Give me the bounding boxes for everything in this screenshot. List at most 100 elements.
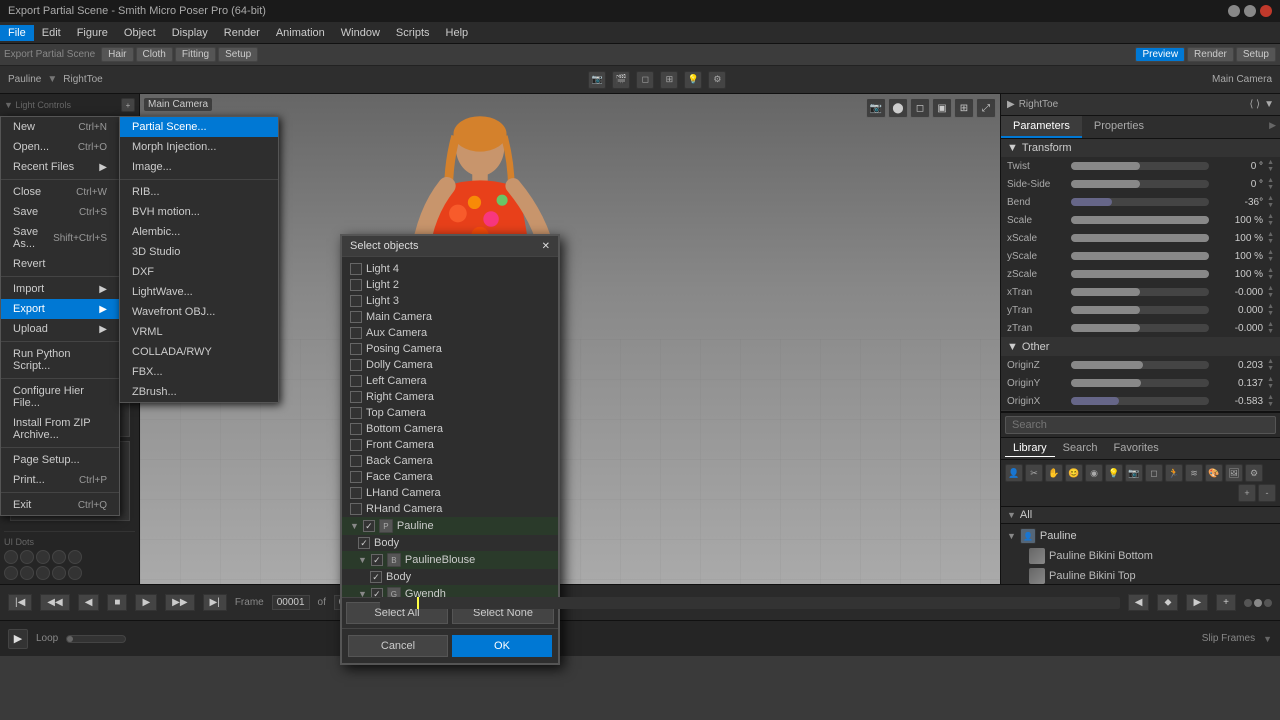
export-vrml[interactable]: VRML [120,322,278,342]
maximize-button[interactable] [1244,5,1256,17]
bend-slider[interactable] [1071,198,1209,206]
dlg-backcamera[interactable]: Back Camera [342,453,558,469]
originx-slider[interactable] [1071,397,1209,405]
lib-icon-scene[interactable]: 🖼 [1225,464,1243,482]
tab-setup[interactable]: Setup [218,47,258,62]
pauline-group-checkbox[interactable]: ✓ [363,520,375,532]
dlg-pauline-group[interactable]: ▼ ✓ P Pauline [342,517,558,535]
export-collada[interactable]: COLLADA/RWY [120,342,278,362]
dlg-paulineblouse-group[interactable]: ▼ ✓ B PaulineBlouse [342,551,558,569]
export-lightwave[interactable]: LightWave... [120,282,278,302]
dlg-maincamera[interactable]: Main Camera [342,309,558,325]
light3-checkbox[interactable] [350,295,362,307]
btn-setup2[interactable]: Setup [1236,47,1276,62]
menu-object[interactable]: Object [116,25,164,41]
lib-icon-remove[interactable]: - [1258,484,1276,502]
menu-exit[interactable]: ExitCtrl+Q [1,495,119,515]
timeline-track[interactable] [380,597,1120,609]
menu-import[interactable]: Import▶ [1,279,119,299]
export-zbrush[interactable]: ZBrush... [120,382,278,402]
menu-display[interactable]: Display [164,25,216,41]
lib-icon-misc[interactable]: ⚙ [1245,464,1263,482]
export-partial-scene[interactable]: Partial Scene... [120,117,278,137]
maincamera-checkbox[interactable] [350,311,362,323]
close-button[interactable] [1260,5,1272,17]
menu-save[interactable]: SaveCtrl+S [1,202,119,222]
lib-icon-hand[interactable]: ✋ [1045,464,1063,482]
pauline-body-checkbox[interactable]: ✓ [358,537,370,549]
pauline-expand-arrow[interactable]: ▼ [350,521,359,531]
dollycamera-checkbox[interactable] [350,359,362,371]
dlg-gwendh-group[interactable]: ▼ ✓ G Gwendh [342,585,558,597]
facecamera-checkbox[interactable] [350,471,362,483]
yscale-arrows[interactable]: ▲▼ [1267,249,1274,263]
menu-page-setup[interactable]: Page Setup... [1,450,119,470]
export-image[interactable]: Image... [120,157,278,177]
lib-icon-obj[interactable]: ◻ [1145,464,1163,482]
lib-icon-hair[interactable]: ✂ [1025,464,1043,482]
menu-open[interactable]: Open...Ctrl+O [1,137,119,157]
tl-forward-to-end[interactable]: ▶| [203,594,227,611]
export-dxf[interactable]: DXF [120,262,278,282]
menu-install-zip[interactable]: Install From ZIP Archive... [1,413,119,445]
tab-fitting[interactable]: Fitting [175,47,216,62]
originz-arrows[interactable]: ▲▼ [1267,358,1274,372]
dlg-bottomcamera[interactable]: Bottom Camera [342,421,558,437]
tl-add-key[interactable]: ⬥ [1157,594,1178,611]
tree-item-bikini-top[interactable]: Pauline Bikini Top [1001,566,1280,584]
minimize-button[interactable] [1228,5,1240,17]
blouse-body-checkbox[interactable]: ✓ [370,571,382,583]
vp-record-btn[interactable]: ⬤ [888,98,908,118]
params-expand-btn[interactable]: ▶ [1265,116,1280,138]
originy-slider[interactable] [1071,379,1209,387]
backcamera-checkbox[interactable] [350,455,362,467]
ok-button[interactable]: OK [452,635,552,657]
export-bvh[interactable]: BVH motion... [120,202,278,222]
rhandcamera-checkbox[interactable] [350,503,362,515]
light2-checkbox[interactable] [350,279,362,291]
dlg-topcamera[interactable]: Top Camera [342,405,558,421]
vp-expand-btn[interactable]: ⤢ [976,98,996,118]
tree-group-pauline-header[interactable]: ▼ 👤 Pauline [1001,526,1280,546]
display-icon[interactable]: ◻ [636,71,654,89]
tl-play[interactable]: ▶ [135,594,157,611]
menu-save-as[interactable]: Save As...Shift+Ctrl+S [1,222,119,254]
tab-parameters[interactable]: Parameters [1001,116,1082,138]
lib-icon-light[interactable]: 💡 [1105,464,1123,482]
tl-play-back[interactable]: ◀ [78,594,100,611]
export-alembic[interactable]: Alembic... [120,222,278,242]
cancel-button[interactable]: Cancel [348,635,448,657]
dialog-body[interactable]: Light 4 Light 2 Light 3 Main Camera Aux … [342,257,558,597]
dialog-close-icon[interactable]: ✕ [542,241,550,252]
auxcamera-checkbox[interactable] [350,327,362,339]
settings-icon[interactable]: ⚙ [708,71,726,89]
lib-icon-add[interactable]: + [1238,484,1256,502]
btn-preview[interactable]: Preview [1135,47,1185,62]
tree-item-bikini-bottom[interactable]: Pauline Bikini Bottom [1001,546,1280,566]
menu-configure-hier[interactable]: Configure Hier File... [1,381,119,413]
tl-zoom-in[interactable]: + [1216,594,1236,611]
dlg-rhandcamera[interactable]: RHand Camera [342,501,558,517]
menu-close[interactable]: CloseCtrl+W [1,182,119,202]
export-morph-injection[interactable]: Morph Injection... [120,137,278,157]
rightcamera-checkbox[interactable] [350,391,362,403]
leftcamera-checkbox[interactable] [350,375,362,387]
grid-icon[interactable]: ⊞ [660,71,678,89]
export-wavefront[interactable]: Wavefront OBJ... [120,302,278,322]
menu-export[interactable]: Export▶ [1,299,119,319]
dlg-facecamera[interactable]: Face Camera [342,469,558,485]
export-rib[interactable]: RIB... [120,182,278,202]
ytran-slider[interactable] [1071,306,1209,314]
topcamera-checkbox[interactable] [350,407,362,419]
lib-icon-mat[interactable]: 🎨 [1205,464,1223,482]
dlg-rightcamera[interactable]: Right Camera [342,389,558,405]
menu-upload[interactable]: Upload▶ [1,319,119,339]
dlg-light4[interactable]: Light 4 [342,261,558,277]
gwendh-group-checkbox[interactable]: ✓ [371,588,383,597]
menu-edit[interactable]: Edit [34,25,69,41]
originy-arrows[interactable]: ▲▼ [1267,376,1274,390]
sideside-arrows[interactable]: ▲▼ [1267,177,1274,191]
vp-display-btn[interactable]: ▣ [932,98,952,118]
export-fbx[interactable]: FBX... [120,362,278,382]
lib-icon-person[interactable]: 👤 [1005,464,1023,482]
